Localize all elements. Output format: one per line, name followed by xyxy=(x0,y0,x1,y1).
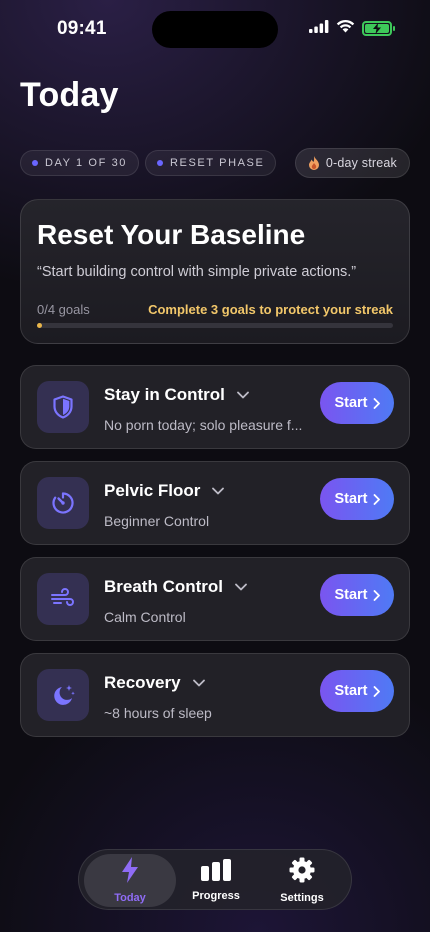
chevron-right-icon xyxy=(373,397,380,409)
wind-icon xyxy=(37,573,89,625)
goals-count: 0/4 goals xyxy=(37,302,90,317)
battery-icon xyxy=(362,21,395,36)
cellular-signal-icon xyxy=(309,19,329,38)
chevron-right-icon xyxy=(373,685,380,697)
start-button[interactable]: Start xyxy=(320,478,394,520)
task-card-pelvic-floor[interactable]: Pelvic Floor Beginner Control Start xyxy=(20,461,410,545)
flame-icon xyxy=(308,156,320,170)
task-subtitle: No porn today; solo pleasure f... xyxy=(104,417,303,433)
chevron-right-icon xyxy=(373,589,380,601)
task-title[interactable]: Pelvic Floor xyxy=(104,481,225,501)
status-chips: DAY 1 OF 30 RESET PHASE 0-day streak xyxy=(20,148,410,180)
chevron-right-icon xyxy=(373,493,380,505)
start-button-label: Start xyxy=(334,683,368,699)
streak-chip[interactable]: 0-day streak xyxy=(294,148,410,178)
tab-today[interactable]: Today xyxy=(84,854,176,907)
bolt-icon xyxy=(121,857,139,888)
task-title[interactable]: Recovery xyxy=(104,673,205,693)
start-button[interactable]: Start xyxy=(320,574,394,616)
baseline-card: Reset Your Baseline “Start building cont… xyxy=(20,199,410,344)
chevron-down-icon[interactable] xyxy=(212,487,225,495)
tab-settings-label: Settings xyxy=(280,892,324,904)
task-title-text: Stay in Control xyxy=(104,385,225,404)
dynamic-island xyxy=(152,11,278,48)
status-icons xyxy=(309,19,395,38)
phase-dot-icon xyxy=(157,160,163,166)
moon-stars-icon xyxy=(37,669,89,721)
task-title-text: Recovery xyxy=(104,673,181,692)
bar-chart-icon xyxy=(201,859,231,886)
start-button[interactable]: Start xyxy=(320,382,394,424)
tab-today-label: Today xyxy=(114,892,146,904)
wifi-icon xyxy=(336,19,355,38)
start-button[interactable]: Start xyxy=(320,670,394,712)
day-chip-label: DAY 1 OF 30 xyxy=(45,157,127,169)
day-chip: DAY 1 OF 30 xyxy=(20,150,139,176)
goals-progress-bar xyxy=(37,323,393,328)
tab-bar: Today Progress Settings xyxy=(78,849,352,910)
task-subtitle: Beginner Control xyxy=(104,513,210,529)
task-title[interactable]: Stay in Control xyxy=(104,385,249,405)
tab-progress[interactable]: Progress xyxy=(170,854,262,907)
task-card-breath-control[interactable]: Breath Control Calm Control Start xyxy=(20,557,410,641)
tab-settings[interactable]: Settings xyxy=(256,854,348,907)
chevron-down-icon[interactable] xyxy=(235,583,247,591)
streak-warning: Complete 3 goals to protect your streak xyxy=(148,302,393,317)
tab-progress-label: Progress xyxy=(192,890,240,902)
shield-icon xyxy=(37,381,89,433)
status-time: 09:41 xyxy=(57,18,107,39)
task-title-text: Breath Control xyxy=(104,577,223,596)
task-subtitle: Calm Control xyxy=(104,609,186,625)
start-button-label: Start xyxy=(334,491,368,507)
phase-chip-label: RESET PHASE xyxy=(170,157,265,169)
task-card-stay-in-control[interactable]: Stay in Control No porn today; solo plea… xyxy=(20,365,410,449)
task-subtitle: ~8 hours of sleep xyxy=(104,705,212,721)
streak-chip-label: 0-day streak xyxy=(325,156,397,170)
chevron-down-icon[interactable] xyxy=(237,391,249,399)
status-bar: 09:41 xyxy=(0,0,430,54)
task-title[interactable]: Breath Control xyxy=(104,577,247,597)
start-button-label: Start xyxy=(334,587,368,603)
start-button-label: Start xyxy=(334,395,368,411)
gear-icon xyxy=(289,857,315,888)
goals-progress-fill xyxy=(37,323,42,328)
task-card-recovery[interactable]: Recovery ~8 hours of sleep Start xyxy=(20,653,410,737)
baseline-quote: “Start building control with simple priv… xyxy=(37,264,357,280)
chevron-down-icon[interactable] xyxy=(192,679,205,687)
phase-chip: RESET PHASE xyxy=(145,150,277,176)
baseline-title: Reset Your Baseline xyxy=(37,219,306,250)
timer-icon xyxy=(37,477,89,529)
page-title: Today xyxy=(20,76,119,114)
task-title-text: Pelvic Floor xyxy=(104,481,201,500)
day-dot-icon xyxy=(32,160,38,166)
